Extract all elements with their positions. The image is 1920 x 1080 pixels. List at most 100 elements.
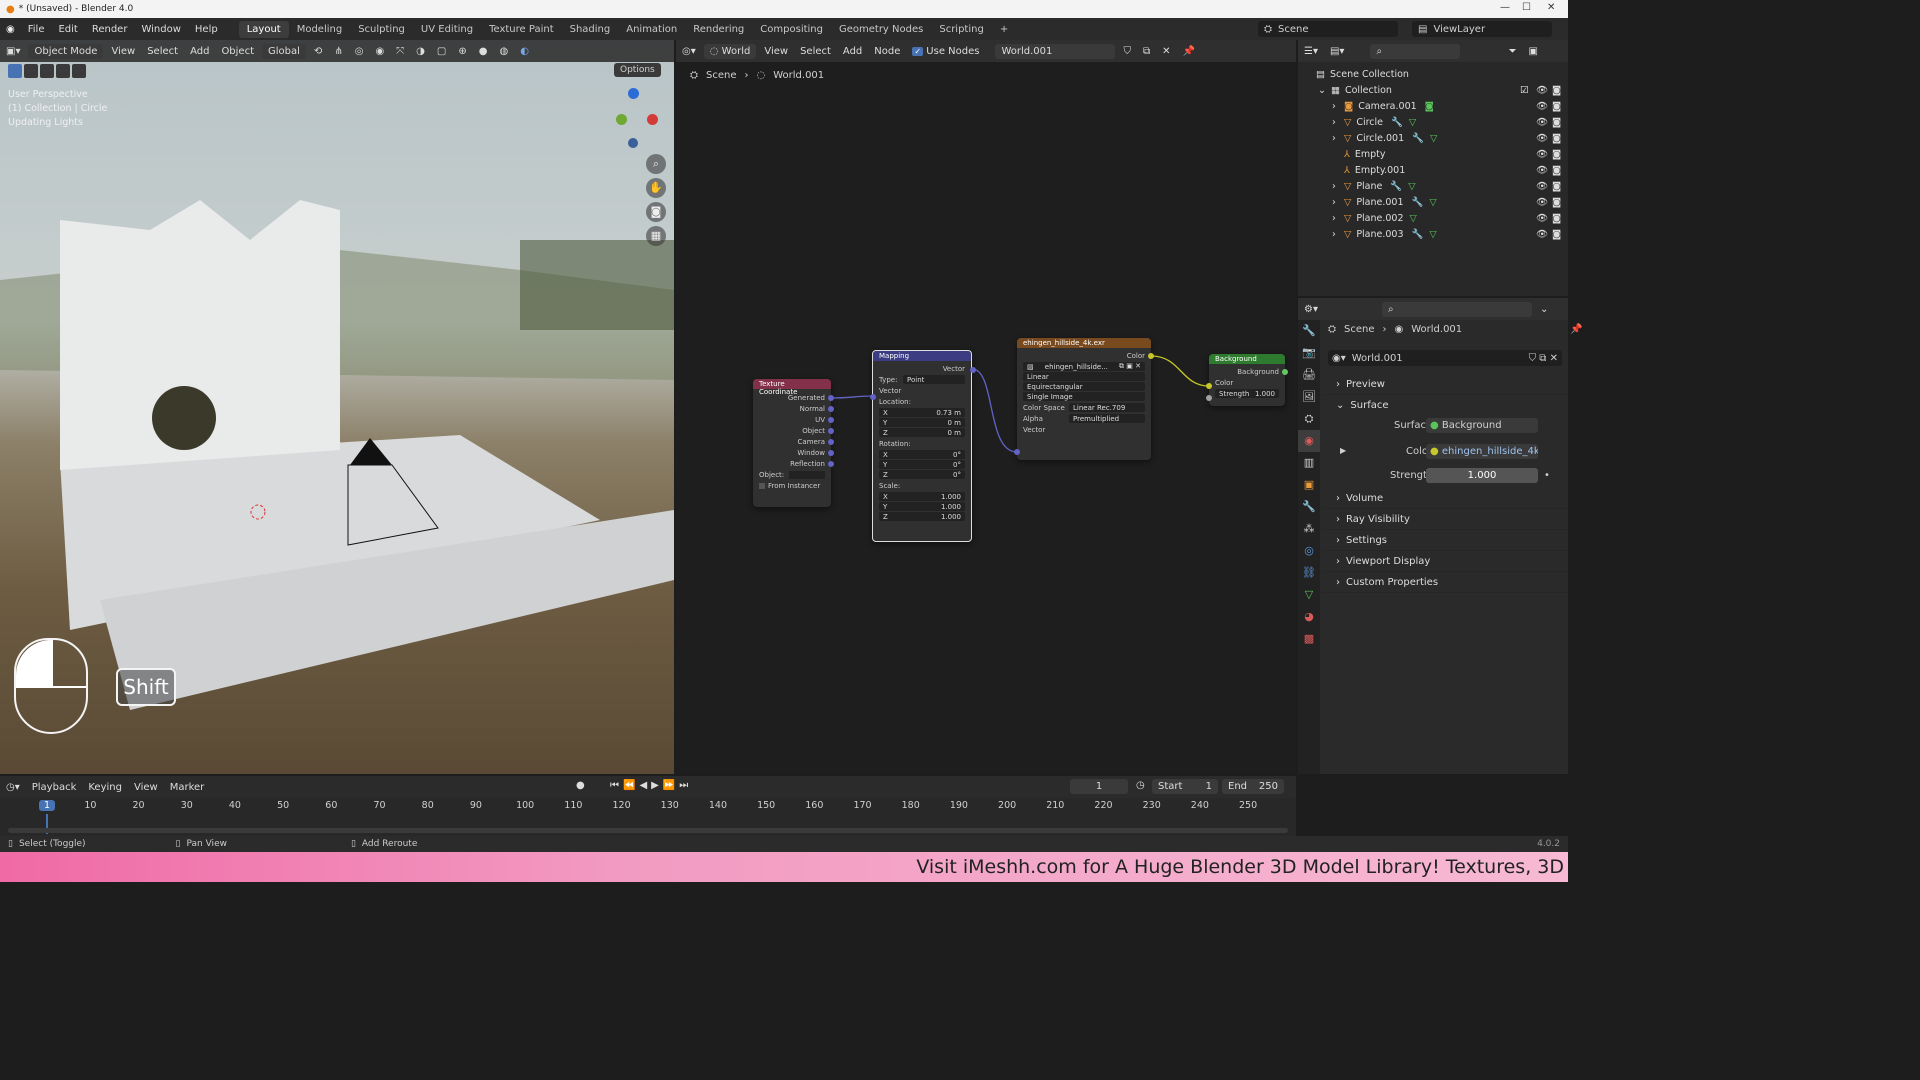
add-workspace-button[interactable]: + [992, 21, 1016, 38]
texture-tab-icon[interactable]: ▩ [1298, 628, 1320, 650]
tab-layout[interactable]: Layout [238, 20, 289, 38]
playback-controls-icon[interactable]: ⏮⏪◀▶⏩⏭ [610, 780, 692, 791]
expand-right-icon[interactable]: › [1332, 101, 1344, 112]
scene-tab-icon[interactable]: ⛭ [1298, 408, 1320, 430]
gizmo-neg-z-icon[interactable] [628, 138, 638, 148]
expand-down-icon[interactable]: ⌄ [1318, 85, 1326, 96]
panel-surface[interactable]: ⌄ Surface [1322, 395, 1568, 416]
outliner-item-empty[interactable]: ⅄ Empty 👁 ◙ [1298, 146, 1568, 162]
tab-shading[interactable]: Shading [562, 21, 619, 38]
collection-row[interactable]: ⌄ ▦ Collection ☑ 👁 ◙ [1298, 82, 1568, 98]
render-camera-icon[interactable]: ◙ [1552, 101, 1561, 112]
constraints-tab-icon[interactable]: ⛓ [1298, 562, 1320, 584]
outliner-item-plane-003[interactable]: › ▽ Plane.003 🔧 ▽ 👁 ◙ [1298, 226, 1568, 242]
minimize-icon[interactable]: — [1500, 2, 1510, 13]
socket-uv[interactable] [828, 417, 834, 423]
expand-right-icon[interactable]: › [1332, 117, 1344, 128]
socket-background-out[interactable] [1282, 369, 1288, 375]
tab-modeling[interactable]: Modeling [289, 21, 351, 38]
socket-vector-in[interactable] [870, 394, 876, 400]
tab-texture-paint[interactable]: Texture Paint [481, 21, 562, 38]
scene-selector[interactable]: ⛭ Scene [1258, 21, 1398, 37]
tab-uv-editing[interactable]: UV Editing [413, 21, 481, 38]
clock-icon[interactable]: ◷ [1136, 780, 1145, 791]
outliner-item-plane-002[interactable]: › ▽ Plane.002 ▽ 👁 ◙ [1298, 210, 1568, 226]
object-picker[interactable]: Object: [753, 469, 831, 480]
modifier-wrench-icon[interactable]: 🔧 [1412, 133, 1424, 144]
world-datablock-selector[interactable]: ◉▾ World.001 ⛉ ⧉ ✕ [1328, 350, 1562, 366]
object-tab-icon[interactable]: ▣ [1298, 474, 1320, 496]
eye-icon[interactable]: 👁 [1536, 149, 1548, 160]
socket-strength-in[interactable] [1206, 395, 1212, 401]
eye-icon[interactable]: 👁 [1536, 165, 1548, 176]
timeline-editor-type-icon[interactable]: ◷▾ [0, 782, 26, 793]
mesh-data-icon[interactable]: ▽ [1430, 133, 1437, 144]
location-z-field[interactable]: Z 0 m [879, 428, 965, 437]
strength-field[interactable]: Strength 1.000 [1215, 389, 1279, 398]
data-tab-icon[interactable]: ▽ [1298, 584, 1320, 606]
gizmo-x-icon[interactable] [647, 114, 658, 125]
gizmo-z-icon[interactable] [628, 88, 639, 99]
outliner-item-circle-001[interactable]: › ▽ Circle.001 🔧 ▽ 👁 ◙ [1298, 130, 1568, 146]
outliner-item-empty-001[interactable]: ⅄ Empty.001 👁 ◙ [1298, 162, 1568, 178]
menu-help[interactable]: Help [188, 24, 225, 35]
scale-x-field[interactable]: X 1.000 [879, 492, 965, 501]
socket-reflection[interactable] [828, 461, 834, 467]
socket-color-out[interactable] [1148, 353, 1154, 359]
timeline-menu-playback[interactable]: Playback [26, 782, 83, 793]
modifier-wrench-icon[interactable]: 🔧 [1390, 181, 1402, 192]
eye-icon[interactable]: 👁 [1536, 197, 1548, 208]
panel-custom-properties[interactable]: › Custom Properties [1322, 572, 1568, 593]
collection-tab-icon[interactable]: ▥ [1298, 452, 1320, 474]
eye-icon[interactable]: 👁 [1536, 213, 1548, 224]
socket-generated[interactable] [828, 395, 834, 401]
menu-render[interactable]: Render [85, 24, 135, 35]
expand-right-icon[interactable]: › [1332, 181, 1344, 192]
rotation-y-field[interactable]: Y 0° [879, 460, 965, 469]
world-tab-icon[interactable]: ◉ [1298, 430, 1320, 452]
tab-compositing[interactable]: Compositing [752, 21, 831, 38]
outliner-item-camera-001[interactable]: › ◙ Camera.001 ◙ 👁 ◙ [1298, 98, 1568, 114]
scale-y-field[interactable]: Y 1.000 [879, 502, 965, 511]
background-node[interactable]: Background Background Color Strength 1.00… [1206, 354, 1288, 406]
eye-icon[interactable]: 👁 [1536, 181, 1548, 192]
render-camera-icon[interactable]: ◙ [1552, 117, 1561, 128]
interpolation-dropdown[interactable]: Linear [1023, 372, 1145, 381]
image-datablock-field[interactable]: ▨ ehingen_hillside... ⧉ ▣ ✕ [1023, 362, 1145, 371]
render-camera-icon[interactable]: ◙ [1552, 197, 1561, 208]
panel-preview[interactable]: › Preview [1322, 374, 1568, 395]
panel-ray-visibility[interactable]: › Ray Visibility [1322, 509, 1568, 530]
gizmo-y-icon[interactable] [616, 114, 627, 125]
texture-coordinate-node[interactable]: Texture Coordinate Generated Normal UV O… [753, 379, 834, 507]
mesh-data-icon[interactable]: ▽ [1409, 117, 1416, 128]
eye-icon[interactable]: 👁 [1536, 229, 1548, 240]
chevron-down-icon[interactable]: ⌄ [1534, 304, 1554, 315]
socket-window[interactable] [828, 450, 834, 456]
panel-settings[interactable]: › Settings [1322, 530, 1568, 551]
pin-icon[interactable]: 📌 [1570, 324, 1582, 335]
color-texture-field[interactable]: ● ehingen_hillside_4k.exr [1426, 444, 1538, 459]
tab-sculpting[interactable]: Sculpting [350, 21, 413, 38]
environment-texture-node[interactable]: ehingen_hillside_4k.exr Color ▨ ehingen_h… [1014, 338, 1154, 460]
tab-scripting[interactable]: Scripting [931, 21, 991, 38]
navigation-gizmo[interactable] [604, 88, 664, 148]
tab-animation[interactable]: Animation [618, 21, 685, 38]
camera-data-icon[interactable]: ◙ [1425, 101, 1434, 112]
render-tab-icon[interactable]: 📷 [1298, 342, 1320, 364]
pan-hand-icon[interactable]: ✋ [646, 178, 666, 198]
zoom-icon[interactable]: ⌕ [646, 154, 666, 174]
output-tab-icon[interactable]: 🖨 [1298, 364, 1320, 386]
physics-tab-icon[interactable]: ◎ [1298, 540, 1320, 562]
mesh-data-icon[interactable]: ▽ [1408, 181, 1415, 192]
eye-icon[interactable]: 👁 [1536, 85, 1548, 96]
particles-tab-icon[interactable]: ⁂ [1298, 518, 1320, 540]
socket-color-in[interactable] [1206, 383, 1212, 389]
location-y-field[interactable]: Y 0 m [879, 418, 965, 427]
alpha-dropdown[interactable]: Premultiplied [1069, 414, 1145, 423]
render-camera-icon[interactable]: ◙ [1552, 85, 1561, 96]
eye-icon[interactable]: 👁 [1536, 101, 1548, 112]
properties-editor[interactable]: ⚙▾ ⌕ ⌄ 🔧 📷 🖨 🖼 ⛭ ◉ ▥ ▣ 🔧 ⁂ ◎ ⛓ ▽ ◕ ▩ ⛭ S… [1298, 298, 1583, 774]
expand-right-icon[interactable]: › [1332, 197, 1344, 208]
mesh-data-icon[interactable]: ▽ [1410, 213, 1417, 224]
viewlayer-selector[interactable]: ▤ ViewLayer [1412, 21, 1552, 37]
